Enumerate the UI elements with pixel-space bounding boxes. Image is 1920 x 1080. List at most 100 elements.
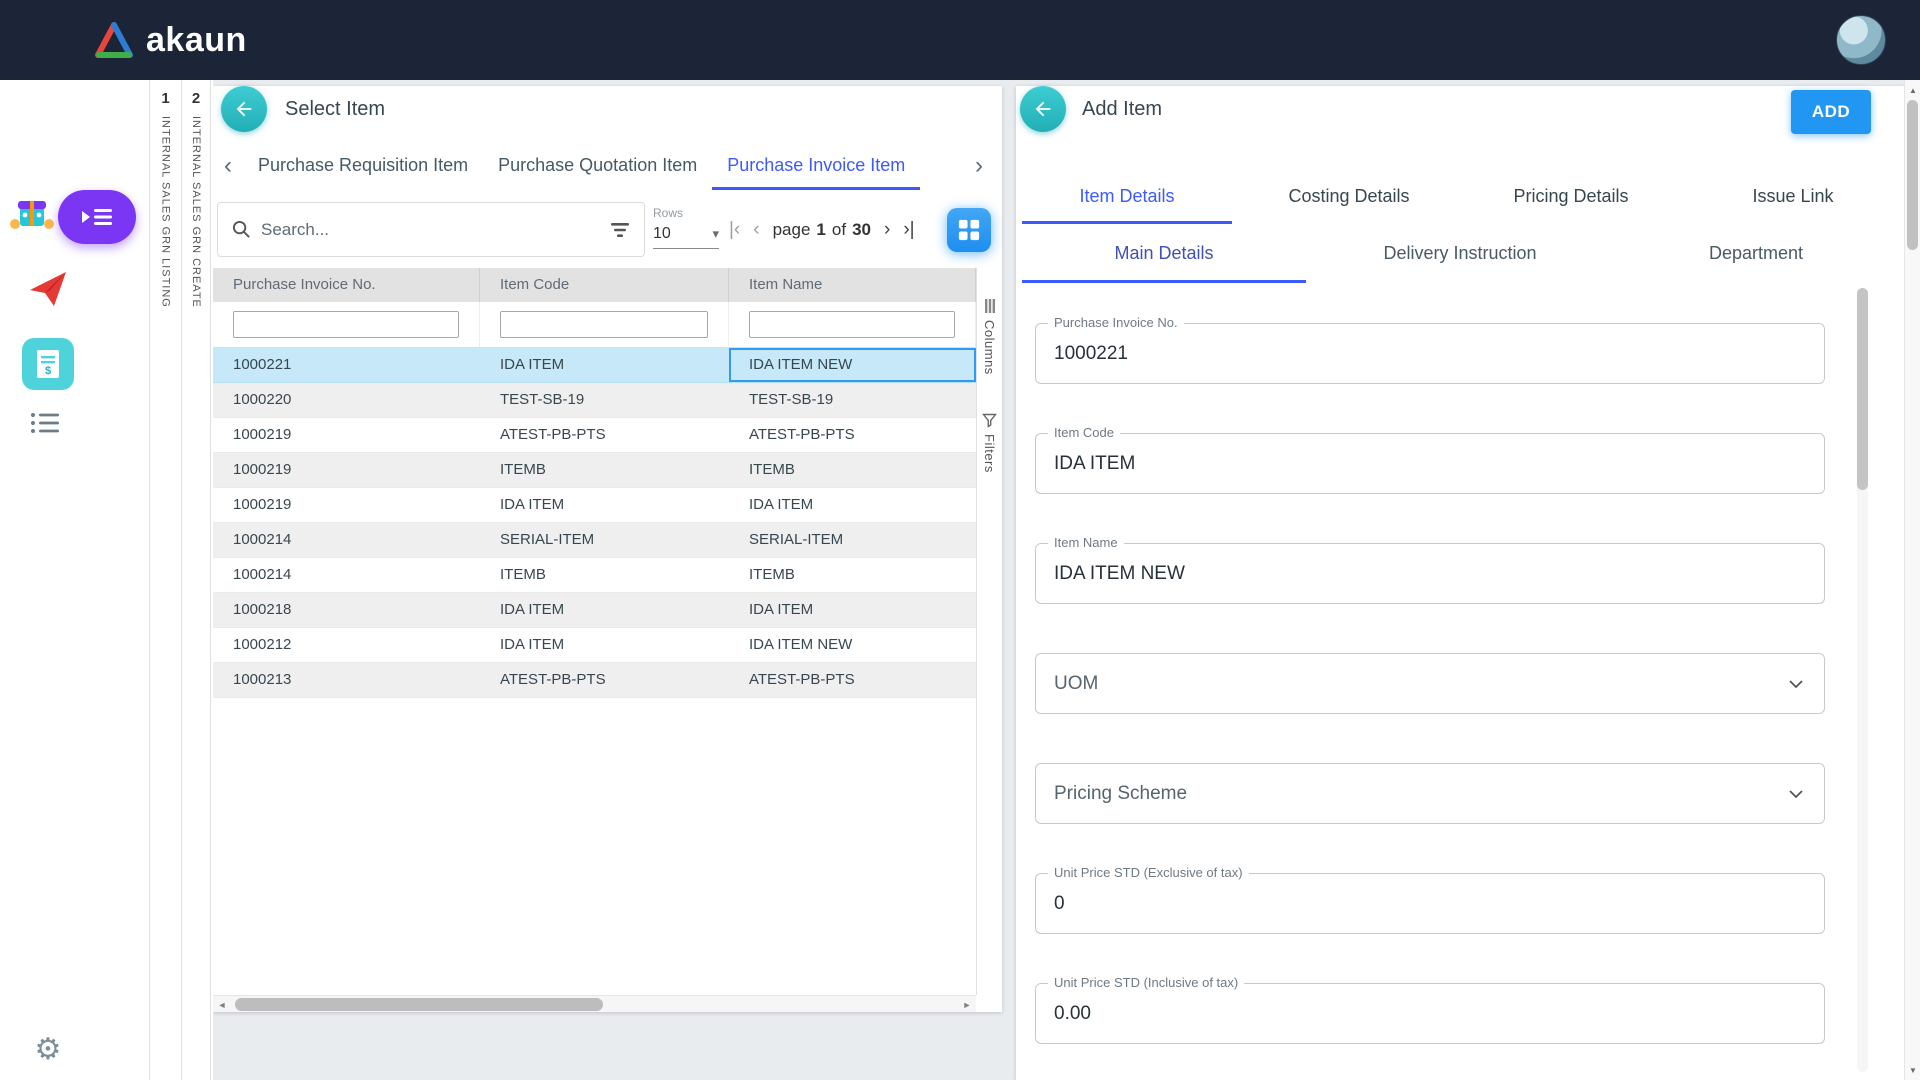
table-row[interactable]: 1000213 ATEST-PB-PTS ATEST-PB-PTS [213,663,976,698]
list-menu-icon[interactable] [30,412,60,439]
cell-item-name[interactable]: SERIAL-ITEM [729,523,976,557]
column-header-purchase-invoice-no[interactable]: Purchase Invoice No. [213,268,480,302]
cell-item-name[interactable]: IDA ITEM [729,593,976,627]
columns-tool[interactable]: Columns [982,298,997,375]
panel-scrollbar[interactable] [1857,288,1868,1072]
next-page-icon[interactable]: › [884,220,890,239]
cell-item-name[interactable]: IDA ITEM NEW [729,348,976,382]
search-input[interactable] [261,220,610,240]
field-item-code[interactable]: Item Code IDA ITEM [1035,433,1825,494]
user-avatar[interactable] [1836,15,1886,65]
table-row[interactable]: 1000220 TEST-SB-19 TEST-SB-19 [213,383,976,418]
cell-invoice-no[interactable]: 1000220 [213,383,480,417]
window-scrollbar[interactable]: ▲ ▼ [1904,80,1920,1080]
table-row[interactable]: 1000221 IDA ITEM IDA ITEM NEW [213,348,976,383]
add-button[interactable]: ADD [1791,90,1871,134]
grid-view-button[interactable] [947,208,991,252]
panel-scrollbar-thumb[interactable] [1857,288,1868,490]
filters-tool[interactable]: Filters [982,413,997,473]
filter-input-purchase-invoice-no[interactable] [233,311,459,338]
red-app-icon[interactable] [26,266,70,315]
table-row[interactable]: 1000219 IDA ITEM IDA ITEM [213,488,976,523]
cell-item-name[interactable]: ATEST-PB-PTS [729,418,976,452]
back-button[interactable] [1020,86,1066,132]
cell-item-name[interactable]: IDA ITEM [729,488,976,522]
cell-item-code[interactable]: TEST-SB-19 [480,383,729,417]
subtab-delivery-instruction[interactable]: Delivery Instruction [1312,224,1608,283]
scroll-down-icon[interactable]: ▼ [1905,1062,1920,1078]
tabs-scroll-right-icon[interactable]: › [964,152,994,180]
table-row[interactable]: 1000214 SERIAL-ITEM SERIAL-ITEM [213,523,976,558]
cell-item-code[interactable]: IDA ITEM [480,628,729,662]
cell-item-name[interactable]: ITEMB [729,558,976,592]
open-menu-button[interactable] [58,190,136,244]
tab-purchase-quotation-item[interactable]: Purchase Quotation Item [483,141,712,190]
tab-purchase-invoice-item[interactable]: Purchase Invoice Item [712,141,920,190]
ledger-app-icon[interactable]: $ [22,338,74,390]
cell-invoice-no[interactable]: 1000213 [213,663,480,697]
field-item-name[interactable]: Item Name IDA ITEM NEW [1035,543,1825,604]
back-button[interactable] [221,86,267,132]
table-row[interactable]: 1000214 ITEMB ITEMB [213,558,976,593]
filter-input-item-name[interactable] [749,311,955,338]
tab-pricing-details[interactable]: Pricing Details [1460,168,1682,224]
scroll-up-icon[interactable]: ▲ [1905,82,1920,98]
tab-purchase-requisition-item[interactable]: Purchase Requisition Item [243,141,483,190]
cell-item-code[interactable]: ITEMB [480,558,729,592]
workspace-tab-internal-sales-grn-create[interactable]: 2 INTERNAL SALES GRN CREATE [181,80,211,1080]
cell-invoice-no[interactable]: 1000212 [213,628,480,662]
column-header-item-code[interactable]: Item Code [480,268,729,302]
horizontal-scrollbar-thumb[interactable] [235,998,603,1011]
workspace-tab-internal-sales-grn-listing[interactable]: 1 INTERNAL SALES GRN LISTING [149,80,181,1080]
cell-item-name[interactable]: ATEST-PB-PTS [729,663,976,697]
cell-invoice-no[interactable]: 1000218 [213,593,480,627]
field-purchase-invoice-no[interactable]: Purchase Invoice No. 1000221 [1035,323,1825,384]
table-row[interactable]: 1000219 ITEMB ITEMB [213,453,976,488]
field-pricing-scheme-select[interactable]: Pricing Scheme [1035,763,1825,824]
cell-item-code[interactable]: ATEST-PB-PTS [480,418,729,452]
window-scrollbar-thumb[interactable] [1907,100,1918,250]
subtab-main-details[interactable]: Main Details [1016,224,1312,283]
cell-item-code[interactable]: IDA ITEM [480,593,729,627]
horizontal-scrollbar[interactable]: ◄ ► [213,995,976,1012]
cell-item-name[interactable]: IDA ITEM NEW [729,628,976,662]
cell-invoice-no[interactable]: 1000214 [213,523,480,557]
search-box[interactable] [217,202,645,257]
filter-input-item-code[interactable] [500,311,708,338]
field-uom-select[interactable]: UOM [1035,653,1825,714]
cell-item-code[interactable]: ITEMB [480,453,729,487]
table-row[interactable]: 1000218 IDA ITEM IDA ITEM [213,593,976,628]
table-row[interactable]: 1000212 IDA ITEM IDA ITEM NEW [213,628,976,663]
table-row[interactable]: 1000219 ATEST-PB-PTS ATEST-PB-PTS [213,418,976,453]
cell-item-name[interactable]: ITEMB [729,453,976,487]
cell-invoice-no[interactable]: 1000219 [213,488,480,522]
cell-invoice-no[interactable]: 1000214 [213,558,480,592]
rows-per-page-select[interactable]: Rows 10 ▾ [653,204,723,249]
field-unit-price-std-exclusive[interactable]: Unit Price STD (Exclusive of tax) 0 [1035,873,1825,934]
tab-issue-link[interactable]: Issue Link [1682,168,1904,224]
cell-invoice-no[interactable]: 1000219 [213,453,480,487]
field-label: Pricing Scheme [1054,783,1187,805]
filter-list-icon[interactable] [610,222,630,238]
prev-page-icon[interactable]: ‹ [753,220,759,239]
subtab-department[interactable]: Department [1608,224,1904,283]
settings-gear-icon[interactable]: ⚙ [0,1032,96,1067]
cell-invoice-no[interactable]: 1000219 [213,418,480,452]
tab-item-details[interactable]: Item Details [1016,168,1238,224]
cell-item-code[interactable]: ATEST-PB-PTS [480,663,729,697]
topbar: akaun [0,0,1920,80]
first-page-icon[interactable]: |‹ [729,220,740,239]
cell-item-code[interactable]: SERIAL-ITEM [480,523,729,557]
column-header-item-name[interactable]: Item Name [729,268,976,302]
field-unit-price-std-inclusive[interactable]: Unit Price STD (Inclusive of tax) 0.00 [1035,983,1825,1044]
cell-item-code[interactable]: IDA ITEM [480,488,729,522]
tab-costing-details[interactable]: Costing Details [1238,168,1460,224]
last-page-icon[interactable]: ›| [903,220,914,239]
mascot-gift-icon[interactable] [8,186,56,239]
cell-item-code[interactable]: IDA ITEM [480,348,729,382]
cell-invoice-no[interactable]: 1000221 [213,348,480,382]
scroll-left-icon[interactable]: ◄ [213,996,231,1013]
scroll-right-icon[interactable]: ► [958,996,976,1013]
tabs-scroll-left-icon[interactable]: ‹ [213,152,243,180]
cell-item-name[interactable]: TEST-SB-19 [729,383,976,417]
